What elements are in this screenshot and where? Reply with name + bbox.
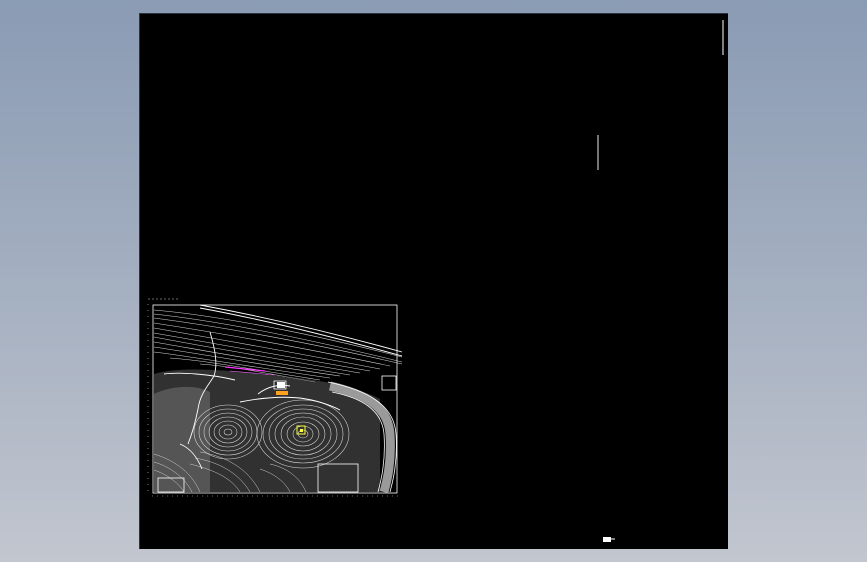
building-marker [277,382,285,388]
cursor-mark-icon [603,537,615,542]
site-plan-drawing[interactable] [147,298,403,497]
cad-drawing-canvas[interactable] [140,14,729,550]
cad-model-viewport[interactable] [139,13,728,549]
